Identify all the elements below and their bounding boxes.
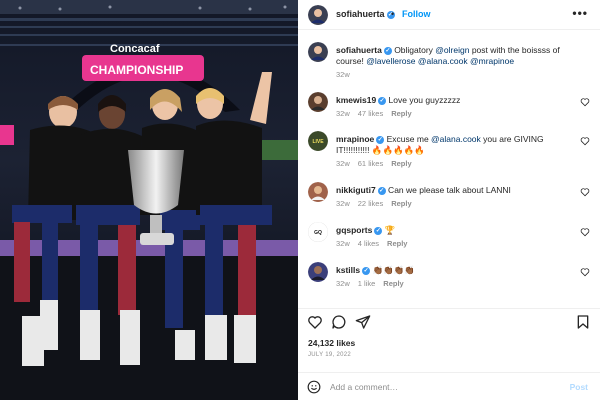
comment-likes[interactable]: 47 likes: [358, 109, 383, 118]
post-header: sofiahuerta ✓ • Follow •••: [298, 0, 600, 30]
comment-likes[interactable]: 1 like: [358, 279, 376, 288]
follow-button[interactable]: Follow: [402, 9, 431, 19]
comment-username[interactable]: kstills: [336, 265, 360, 275]
avatar[interactable]: [308, 182, 328, 202]
avatar[interactable]: [308, 262, 328, 282]
reply-button[interactable]: Reply: [383, 279, 403, 288]
reply-button[interactable]: Reply: [387, 239, 407, 248]
avatar[interactable]: LIVE: [308, 131, 328, 151]
comment-timestamp[interactable]: 32w: [336, 279, 350, 288]
heart-icon[interactable]: [580, 267, 590, 277]
comment-body: 🏆: [382, 225, 396, 235]
heart-icon[interactable]: [580, 187, 590, 197]
emoji-icon[interactable]: [307, 380, 321, 394]
mention-link[interactable]: @lavellerose: [366, 56, 415, 66]
avatar-image: LIVE: [308, 131, 328, 151]
reply-button[interactable]: Reply: [391, 109, 411, 118]
reply-button[interactable]: Reply: [391, 159, 411, 168]
comment-username[interactable]: mrapinoe: [336, 134, 374, 144]
comment-meta: 32w 47 likes Reply: [336, 109, 420, 118]
avatar[interactable]: GQ: [308, 222, 328, 242]
avatar[interactable]: [308, 5, 328, 25]
comment-username[interactable]: nikkiguti7: [336, 185, 376, 195]
avatar-image: GQ: [308, 222, 328, 242]
mention-link[interactable]: @olreign: [435, 45, 469, 55]
comment-meta: 32w 4 likes Reply: [336, 239, 415, 248]
share-icon[interactable]: [355, 314, 371, 330]
comment-text: kmewis19 ✓ Love you guyzzzzz: [336, 95, 576, 106]
banner-title: CHAMPIONSHIP: [90, 63, 183, 77]
comment-text: gqsports ✓ 🏆: [336, 225, 576, 236]
more-options-icon[interactable]: •••: [572, 6, 588, 20]
bookmark-icon[interactable]: [575, 314, 591, 330]
caption-text-part: Obligatory: [391, 45, 436, 55]
comment-meta: 32w 1 like Reply: [336, 279, 412, 288]
username-text[interactable]: sofiahuerta: [336, 9, 385, 19]
verified-badge-icon: ✓: [383, 46, 392, 55]
like-count[interactable]: 24,132 likes: [308, 338, 355, 348]
svg-text:GQ: GQ: [314, 230, 322, 236]
avatar-image: [308, 5, 328, 25]
caption-meta: 32w: [336, 70, 358, 79]
avatar-image: [308, 182, 328, 202]
heart-icon[interactable]: [307, 314, 323, 330]
avatar[interactable]: [308, 42, 328, 62]
comment-body: 👏🏾👏🏾👏🏾👏🏾: [370, 265, 415, 275]
post-image: Concacaf CHAMPIONSHIP: [0, 0, 298, 400]
verified-badge-icon: ✓: [377, 186, 386, 195]
comment-likes[interactable]: 22 likes: [358, 199, 383, 208]
comment-username[interactable]: kmewis19: [336, 95, 376, 105]
banner-brand: Concacaf: [110, 43, 160, 55]
avatar-image: [308, 262, 328, 282]
avatar-image: [308, 42, 328, 62]
reply-button[interactable]: Reply: [391, 199, 411, 208]
comment-text: nikkiguti7 ✓ Can we please talk about LAN…: [336, 185, 576, 196]
separator-dot: •: [391, 9, 395, 19]
mention-link[interactable]: @alana.cook: [431, 134, 481, 144]
post-actions-bar: [298, 308, 600, 332]
verified-badge-icon: ✓: [378, 96, 387, 105]
svg-text:LIVE: LIVE: [312, 139, 324, 145]
comment-body: Can we please talk about LANNI: [385, 185, 511, 195]
post-side-panel: sofiahuerta ✓ • Follow ••• sofiahuerta ✓ O…: [298, 0, 600, 400]
avatar-image: [308, 92, 328, 112]
comment-text: mrapinoe ✓ Excuse me @alana.cook you are …: [336, 134, 576, 156]
comment-timestamp[interactable]: 32w: [336, 239, 350, 248]
mention-link[interactable]: @mrapinoe: [470, 56, 514, 66]
comment-input[interactable]: [330, 379, 550, 395]
post-date[interactable]: JULY 19, 2022: [308, 352, 351, 358]
post-photo[interactable]: Concacaf CHAMPIONSHIP: [0, 0, 298, 400]
comment-timestamp[interactable]: 32w: [336, 159, 350, 168]
avatar[interactable]: [308, 92, 328, 112]
comment-icon[interactable]: [331, 314, 347, 330]
mention-link[interactable]: @alana.cook: [418, 56, 468, 66]
comment-likes[interactable]: 61 likes: [358, 159, 383, 168]
comment-timestamp[interactable]: 32w: [336, 199, 350, 208]
comment-meta: 32w 22 likes Reply: [336, 199, 420, 208]
comment-body: Love you guyzzzzz: [386, 95, 461, 105]
comment-timestamp[interactable]: 32w: [336, 109, 350, 118]
comment-text: kstills ✓ 👏🏾👏🏾👏🏾👏🏾: [336, 265, 576, 276]
add-comment-bar: Post: [298, 372, 600, 400]
heart-icon[interactable]: [580, 97, 590, 107]
comment-likes[interactable]: 4 likes: [358, 239, 379, 248]
heart-icon[interactable]: [580, 136, 590, 146]
comment-username[interactable]: gqsports: [336, 225, 372, 235]
post-author-username[interactable]: sofiahuerta ✓: [336, 9, 395, 19]
post-comment-button[interactable]: Post: [570, 382, 588, 392]
comment-meta: 32w 61 likes Reply: [336, 159, 420, 168]
caption-username[interactable]: sofiahuerta: [336, 45, 382, 55]
caption-timestamp[interactable]: 32w: [336, 70, 350, 79]
verified-badge-icon: ✓: [362, 266, 371, 275]
caption-text: sofiahuerta ✓ Obligatory @olreign post wi…: [336, 45, 576, 67]
comment-body: Excuse me: [384, 134, 432, 144]
heart-icon[interactable]: [580, 227, 590, 237]
